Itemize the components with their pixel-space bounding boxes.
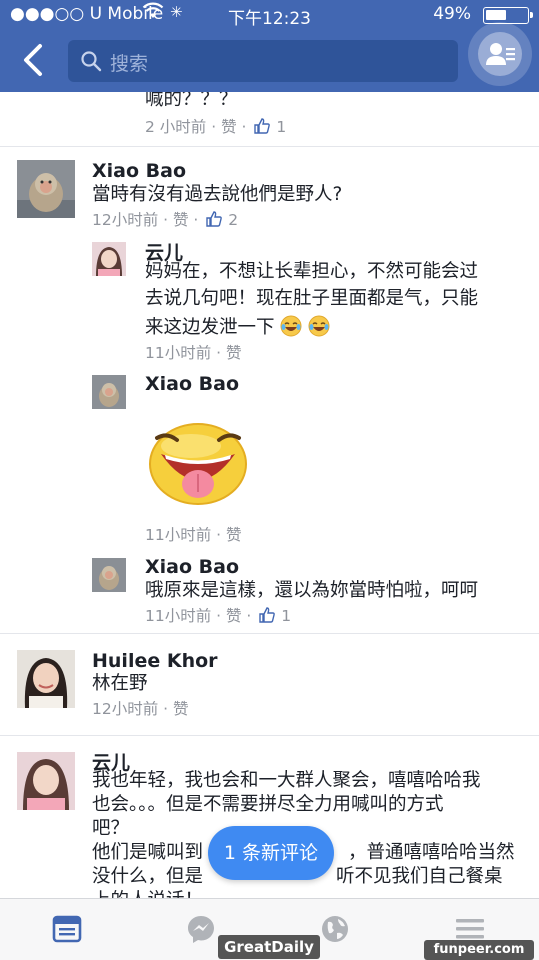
status-bar: ●●●○○ U Mobile ✳ 下午12:23 49% <box>0 0 539 30</box>
comment-line: 上的人说话！ <box>92 889 532 898</box>
comment-line: ，普通嘻嘻哈哈当然 <box>348 842 515 863</box>
avatar[interactable] <box>17 650 75 708</box>
feed-tab[interactable] <box>52 913 82 945</box>
watermark: funpeer.com <box>424 940 534 960</box>
tears-of-joy-emoji <box>280 315 302 337</box>
comment-text: 當時有沒有過去說他們是野人? <box>92 184 343 205</box>
messenger-tab[interactable] <box>186 913 216 945</box>
comment-text: 哦原來是這樣，還以為妳當時怕啦，呵呵 <box>145 580 479 601</box>
globe-icon <box>322 916 348 942</box>
comment-line: 没什么，但是 <box>92 866 204 887</box>
avatar[interactable] <box>92 558 126 592</box>
search-placeholder: 搜索 <box>110 53 149 75</box>
comment-meta: 11小时前 · 赞 <box>145 341 242 363</box>
avatar[interactable] <box>92 242 126 276</box>
tongue-out-sticker <box>147 418 249 506</box>
comment-text: 喊的？？？ <box>145 92 238 110</box>
battery-icon <box>483 7 533 24</box>
comment-text: 林在野 <box>92 673 148 694</box>
comment-line-wrap: 来这边发泄一下 <box>145 315 525 340</box>
commenter-name[interactable]: Xiao Bao <box>145 556 239 578</box>
comment-line: 他们是喊叫到 <box>92 842 204 863</box>
commenter-name[interactable]: Xiao Bao <box>92 160 186 182</box>
comment-text: 妈妈在，不想让长辈担心，不然可能会过 去说几句吧！现在肚子里面都是气，只能 来这… <box>145 260 525 340</box>
battery-percent: 49% <box>433 4 471 24</box>
comment-time-like[interactable]: 11小时前 · 赞 <box>145 344 242 362</box>
messenger-icon <box>188 916 214 943</box>
avatar[interactable] <box>92 375 126 409</box>
search-icon <box>80 50 102 76</box>
comment-time-like[interactable]: 11小时前 · 赞 <box>145 526 242 544</box>
avatar[interactable] <box>17 752 75 810</box>
comment-meta: 11小时前 · 赞 <box>145 523 242 545</box>
comment-meta: 12小时前 · 赞 <box>92 697 189 719</box>
comment-line: 去说几句吧！现在肚子里面都是气，只能 <box>145 288 479 309</box>
like-count: 1 <box>276 118 287 136</box>
back-button[interactable] <box>18 42 48 78</box>
like-count: 1 <box>281 607 292 625</box>
comments-feed: 喊的？？？ 2 小时前 · 赞 · 1 Xiao Bao 當時有沒有過去說他們是… <box>0 92 539 898</box>
comment-line: 妈妈在，不想让长辈担心，不然可能会过 <box>145 261 479 282</box>
contacts-icon <box>478 32 522 76</box>
comment-meta: 2 小时前 · 赞 · 1 <box>145 115 286 139</box>
thumbs-up-icon <box>205 210 223 232</box>
comment-line: 听不见我们自己餐桌 <box>336 866 503 887</box>
top-bar: ●●●○○ U Mobile ✳ 下午12:23 49% 搜索 <box>0 0 539 92</box>
news-feed-icon <box>52 915 82 943</box>
divider <box>0 146 539 147</box>
comment-line: 也会。。。但是不需要拼尽全力用喊叫的方式 <box>92 794 444 815</box>
search-input[interactable]: 搜索 <box>68 40 458 82</box>
globe-tab[interactable] <box>320 913 350 945</box>
commenter-name[interactable]: Xiao Bao <box>145 373 239 395</box>
divider <box>0 735 539 736</box>
comment-time-like[interactable]: 12小时前 · 赞 <box>92 700 189 718</box>
friends-list-button[interactable] <box>468 22 532 86</box>
new-comments-button[interactable]: 1 条新评论 <box>208 826 334 880</box>
like-count: 2 <box>228 211 239 229</box>
chevron-left-icon <box>24 44 42 76</box>
comment-line: 来这边发泄一下 <box>145 317 275 338</box>
divider <box>0 633 539 634</box>
thumbs-up-icon <box>258 606 276 628</box>
comment-time-like[interactable]: 12小时前 · 赞 · <box>92 211 198 229</box>
thumbs-up-icon <box>253 117 271 139</box>
commenter-name[interactable]: Huilee Khor <box>92 650 218 672</box>
watermark: GreatDaily <box>218 935 320 959</box>
avatar[interactable] <box>17 160 75 218</box>
comment-meta: 11小时前 · 赞 · 1 <box>145 604 291 628</box>
comment-meta: 12小时前 · 赞 · 2 <box>92 208 238 232</box>
comment-line: 我也年轻，我也会和一大群人聚会，嘻嘻哈哈我 <box>92 770 481 791</box>
tears-of-joy-emoji <box>308 315 330 337</box>
comment-time-like[interactable]: 11小时前 · 赞 · <box>145 607 251 625</box>
comment-time-like[interactable]: 2 小时前 · 赞 · <box>145 118 246 136</box>
